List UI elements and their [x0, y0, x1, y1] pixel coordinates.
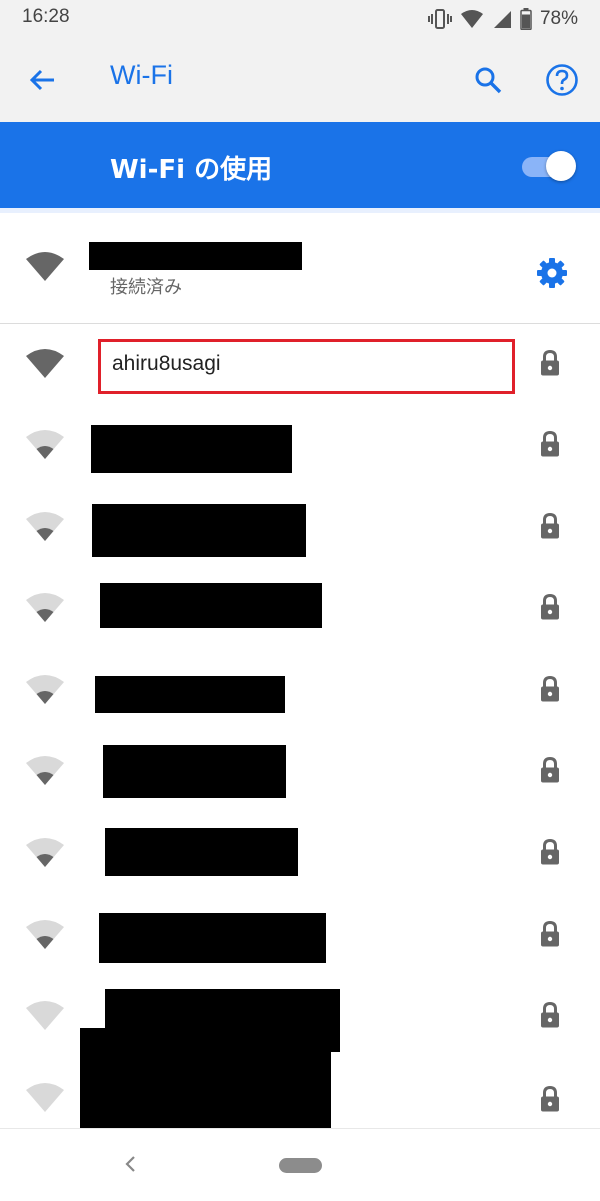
toggle-thumb: [546, 151, 576, 181]
help-button[interactable]: [540, 58, 584, 102]
wifi-low-icon: [26, 430, 64, 459]
help-icon: [546, 64, 578, 96]
redacted-network-name: [92, 504, 306, 557]
home-pill-icon[interactable]: [279, 1158, 322, 1173]
network-row[interactable]: [0, 405, 600, 485]
battery-percent: 78%: [539, 8, 578, 29]
wifi-none-icon: [26, 1083, 64, 1112]
redacted-network-name: [95, 676, 285, 713]
status-icons: 78%: [427, 5, 578, 33]
network-row[interactable]: [0, 568, 600, 648]
wifi-toggle-switch[interactable]: [520, 148, 576, 184]
wifi-low-icon: [26, 675, 64, 704]
lock-icon: [541, 675, 559, 702]
wifi-toggle-bar[interactable]: Wi-Fi の使用: [0, 122, 600, 208]
connected-network-row[interactable]: 接続済み: [0, 213, 600, 323]
redacted-network-name: [105, 828, 298, 876]
gear-icon: [537, 258, 567, 288]
network-row[interactable]: [0, 487, 600, 567]
back-button[interactable]: [20, 58, 64, 102]
connection-status: 接続済み: [110, 277, 182, 298]
redacted-network-name: [80, 1028, 331, 1128]
wifi-low-icon: [26, 920, 64, 949]
redacted-network-name: [100, 583, 322, 628]
wifi-full-icon: [26, 349, 64, 378]
wifi-low-icon: [26, 512, 64, 541]
wifi-low-icon: [26, 593, 64, 622]
redacted-network-name: [91, 425, 292, 473]
network-row[interactable]: [0, 1028, 600, 1138]
page-title: Wi-Fi: [110, 60, 173, 90]
search-icon: [475, 67, 502, 94]
redacted-network-name: [99, 913, 326, 963]
wifi-low-icon: [26, 756, 64, 785]
battery-icon: [520, 8, 532, 30]
wifi-none-icon: [26, 1001, 64, 1030]
lock-icon: [541, 349, 559, 376]
lock-icon: [541, 756, 559, 783]
system-nav-bar: [0, 1128, 600, 1201]
status-time: 16:28: [22, 6, 70, 27]
lock-icon: [541, 430, 559, 457]
cell-signal-icon: [493, 11, 511, 28]
wifi-signal-icon: [460, 10, 483, 28]
lock-icon: [541, 838, 559, 865]
redacted-network-name: [103, 745, 286, 798]
lock-icon: [541, 593, 559, 620]
network-row[interactable]: [0, 650, 600, 730]
status-bar: 16:28 78%: [0, 0, 600, 38]
network-row[interactable]: [0, 731, 600, 811]
wifi-full-icon: [26, 252, 64, 281]
chevron-left-icon: [125, 1156, 135, 1172]
network-ssid: ahiru8usagi: [112, 352, 221, 375]
network-row[interactable]: [0, 813, 600, 893]
lock-icon: [541, 512, 559, 539]
lock-icon: [541, 1085, 559, 1112]
wifi-toggle-label: Wi-Fi の使用: [110, 155, 273, 185]
search-button[interactable]: [466, 58, 510, 102]
lock-icon: [541, 1001, 559, 1028]
app-bar: Wi-Fi: [0, 38, 600, 122]
redacted-network-name: [89, 242, 302, 270]
arrow-back-icon: [29, 69, 54, 91]
network-row[interactable]: [0, 895, 600, 975]
wifi-low-icon: [26, 838, 64, 867]
network-settings-button[interactable]: [530, 251, 574, 295]
nav-back-button[interactable]: [118, 1151, 144, 1177]
vibrate-icon: [427, 9, 452, 29]
lock-icon: [541, 920, 559, 947]
